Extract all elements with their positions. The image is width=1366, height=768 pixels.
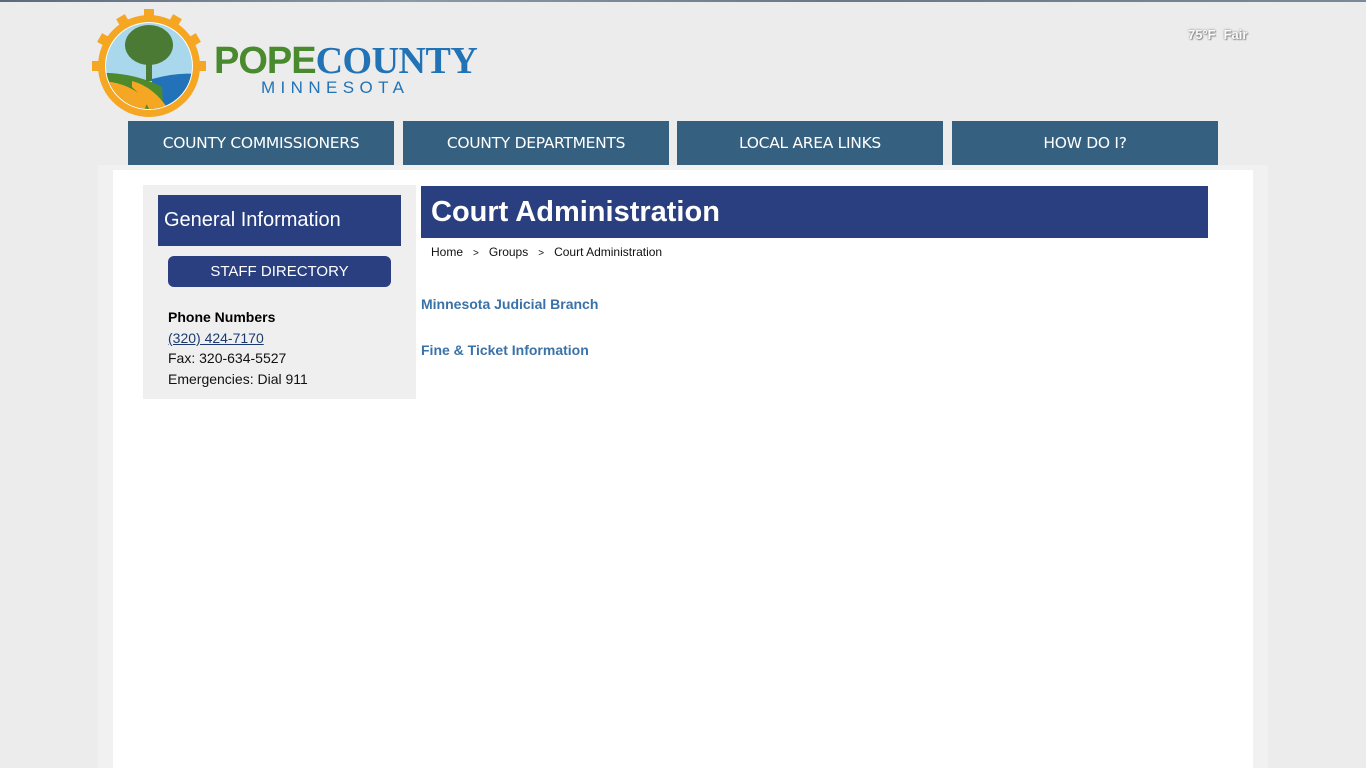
weather-widget: 75°F Fair (1188, 27, 1247, 42)
fax-number: Fax: 320-634-5527 (168, 350, 287, 367)
logo-title: POPECOUNTY (214, 40, 478, 82)
site-logo-link[interactable]: POPECOUNTY MINNESOTA (92, 9, 482, 121)
link-fine-ticket-information[interactable]: Fine & Ticket Information (421, 342, 589, 358)
main-phone-link[interactable]: (320) 424-7170 (168, 330, 264, 346)
page-title: Court Administration (421, 186, 1208, 238)
sidebar: General Information STAFF DIRECTORY Phon… (143, 185, 416, 399)
emergency-info: Emergencies: Dial 911 (168, 371, 308, 388)
top-border-strip (0, 0, 1366, 2)
nav-local-area-links[interactable]: LOCAL AREA LINKS (677, 121, 943, 165)
breadcrumb-separator: > (538, 248, 545, 259)
breadcrumb: Home > Groups > Court Administration (431, 245, 662, 259)
nav-county-departments[interactable]: COUNTY DEPARTMENTS (403, 121, 669, 165)
phone-numbers-block: Phone Numbers (320) 424-7170 Fax: 320-63… (168, 307, 308, 390)
weather-condition: Fair (1223, 27, 1248, 42)
breadcrumb-home[interactable]: Home (431, 245, 463, 259)
county-seal-icon (92, 9, 206, 117)
link-minnesota-judicial-branch[interactable]: Minnesota Judicial Branch (421, 296, 598, 312)
logo-title-county: COUNTY (315, 40, 478, 82)
weather-temperature: 75°F (1188, 27, 1216, 42)
nav-county-commissioners[interactable]: COUNTY COMMISSIONERS (128, 121, 394, 165)
logo-subtitle: MINNESOTA (261, 78, 410, 97)
staff-directory-button[interactable]: STAFF DIRECTORY (168, 256, 391, 287)
logo-title-pope: POPE (214, 40, 317, 82)
nav-how-do-i[interactable]: HOW DO I? (952, 121, 1218, 165)
breadcrumb-separator: > (473, 248, 479, 259)
phone-numbers-title: Phone Numbers (168, 309, 276, 325)
breadcrumb-groups[interactable]: Groups (489, 245, 528, 259)
sidebar-header: General Information (158, 195, 401, 246)
breadcrumb-current: Court Administration (554, 245, 663, 259)
